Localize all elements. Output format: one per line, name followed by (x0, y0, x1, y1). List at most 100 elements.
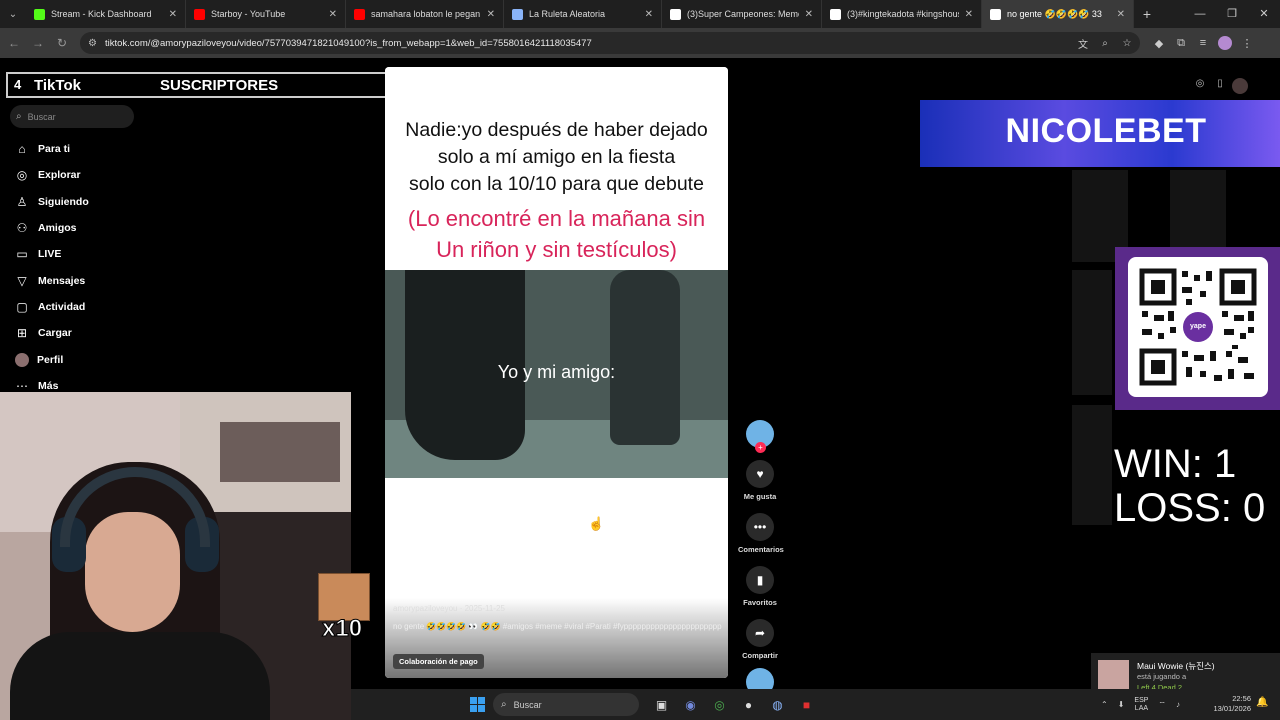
sidebar-item-explorar[interactable]: ◎ Explorar (12, 162, 89, 188)
maximize-button[interactable]: ❐ (1216, 0, 1248, 28)
tray-app-icon[interactable]: ⬇ (1118, 700, 1125, 709)
sidebar-item-mensajes[interactable]: ▽ Mensajes (12, 267, 89, 293)
follow-plus-icon[interactable]: + (755, 442, 766, 453)
steam-icon[interactable]: ◍ (763, 693, 792, 716)
close-window-button[interactable]: ✕ (1248, 0, 1280, 28)
video-caption-area: Nadie:yo después de haber dejado solo a … (385, 67, 728, 269)
browser-tab[interactable]: Starboy - YouTube ✕ (186, 0, 346, 28)
sidebar-item-label: LIVE (38, 248, 62, 261)
obs-icon[interactable]: ● (734, 693, 763, 716)
translate-icon[interactable]: 文 (1072, 36, 1094, 51)
tiktok-search-input[interactable]: ⌕ Buscar (10, 105, 134, 128)
discord-icon[interactable]: ◉ (676, 693, 705, 716)
action-label: Me gusta (743, 492, 777, 501)
language-code: ESP (1134, 696, 1149, 704)
loss-counter: LOSS: 0 (1114, 486, 1266, 530)
tab-close-icon[interactable]: ✕ (965, 9, 973, 20)
device-icon[interactable]: ▯ (1210, 78, 1230, 97)
chrome-icon[interactable]: ◎ (705, 693, 734, 716)
sidebar-item-amigos[interactable]: ⚇ Amigos (12, 215, 89, 241)
yape-logo: yape (1183, 312, 1213, 342)
caption-line: (Lo encontré en la mañana sin (407, 206, 706, 231)
browser-menu-icon[interactable]: ⋮ (1236, 37, 1258, 50)
win-loss-counter: WIN: 1 LOSS: 0 (1114, 442, 1265, 530)
puzzle-icon[interactable]: ⧉ (1170, 37, 1192, 50)
sidebar-item-label: Cargar (38, 327, 72, 340)
qr-code: yape (1128, 257, 1268, 397)
notification-bell-icon[interactable]: 🔔 (1256, 697, 1268, 708)
tiktok-sidebar-nav: ⌂ Para ti ◎ Explorar ♙ Siguiendo ⚇ Amigos ▭ LIVE ▽… (12, 136, 89, 399)
video-author[interactable]: amorypaziloveyou · 2025-11-25 (393, 604, 505, 613)
action-label: Comentarios (738, 545, 784, 554)
taskbar-search[interactable]: ⌕ Buscar (493, 693, 639, 716)
user-check-icon: ♙ (16, 194, 28, 209)
avatar-icon (15, 352, 29, 367)
profile-avatar[interactable] (1218, 36, 1232, 50)
tab-close-icon[interactable]: ✕ (645, 9, 653, 20)
tab-search-button[interactable]: ⌄ (0, 0, 26, 28)
site-info-icon[interactable]: ⚙ (88, 38, 97, 49)
bookmark-star-icon[interactable]: ☆ (1116, 38, 1138, 49)
sidebar-item-para-ti[interactable]: ⌂ Para ti (12, 136, 89, 162)
users-icon: ⚇ (16, 221, 28, 236)
search-icon: ⌕ (501, 699, 507, 710)
task-view-icon[interactable]: ▣ (647, 693, 676, 716)
coins-icon[interactable]: ◎ (1190, 78, 1210, 97)
friend-status: está jugando a (1137, 672, 1187, 681)
back-button[interactable]: ← (2, 36, 26, 50)
tab-close-icon[interactable]: ✕ (805, 9, 813, 20)
caption-line: solo con la 10/10 para que debute (409, 173, 704, 195)
sidebar-item-live[interactable]: ▭ LIVE (12, 241, 89, 267)
caption-black: Nadie:yo después de haber dejado solo a … (385, 117, 728, 198)
tiktok-logo[interactable]: TikTok (34, 77, 81, 94)
dota-icon[interactable]: ■ (792, 693, 821, 716)
tab-close-icon[interactable]: ✕ (1117, 9, 1125, 20)
tab-favicon-icon (830, 8, 841, 20)
tab-favicon-icon (670, 8, 681, 20)
sidebar-item-perfil[interactable]: Perfil (12, 346, 89, 372)
tab-title: (3)#kingtekadota #kingshouse (847, 9, 959, 19)
windows-start-icon[interactable] (470, 697, 485, 712)
media-control-icon[interactable]: ≡ (1192, 37, 1214, 49)
sidebar-item-label: Actividad (38, 300, 86, 313)
reload-button[interactable]: ↻ (50, 36, 74, 50)
share-button[interactable]: ➦ Compartir (738, 619, 782, 660)
wifi-icon[interactable]: ⌔ (1158, 700, 1166, 710)
tiktok-top-right-icons: ◎ ▯ (1190, 78, 1250, 97)
creator-avatar[interactable]: + (746, 420, 774, 453)
video-player[interactable]: Nadie:yo después de haber dejado solo a … (385, 67, 728, 678)
new-tab-button[interactable]: + (1134, 6, 1160, 22)
avatar[interactable] (1230, 78, 1250, 97)
tab-title: samahara lobaton le pegan - Y (371, 9, 481, 19)
volume-icon[interactable]: ♪ (1176, 700, 1180, 709)
clock[interactable]: 22:56 13/01/2026 (1199, 694, 1251, 714)
extension-icon[interactable]: ◆ (1148, 37, 1170, 50)
video-description: no gente 🤣🤣🤣🤣 👀 🤣🤣 #amigos #meme #viral … (393, 622, 722, 631)
tab-close-icon[interactable]: ✕ (329, 9, 337, 20)
language-indicator[interactable]: ESP LAA (1134, 697, 1148, 713)
bookmark-button[interactable]: ▮ Favoritos (738, 566, 782, 607)
browser-tab[interactable]: (3)Super Campeones: Memes y ✕ (662, 0, 822, 28)
sidebar-item-cargar[interactable]: ⊞ Cargar (12, 320, 89, 346)
tab-favicon-icon (990, 8, 1001, 20)
minimize-button[interactable]: — (1184, 0, 1216, 28)
browser-tab[interactable]: (3)#kingtekadota #kingshouse ✕ (822, 0, 982, 28)
sidebar-item-siguiendo[interactable]: ♙ Siguiendo (12, 189, 89, 215)
paid-partnership-badge[interactable]: Colaboración de pago (393, 654, 484, 669)
browser-tab[interactable]: samahara lobaton le pegan - Y ✕ (346, 0, 504, 28)
comment-button[interactable]: ••• Comentarios (738, 513, 784, 554)
browser-tab[interactable]: La Ruleta Aleatoria ✕ (504, 0, 662, 28)
forward-button[interactable]: → (26, 36, 50, 50)
browser-tab[interactable]: no gente 🤣🤣🤣🤣 33 ✕ (982, 0, 1134, 28)
tab-close-icon[interactable]: ✕ (487, 9, 495, 20)
tray-chevron-icon[interactable]: ⌃ (1101, 700, 1108, 709)
address-bar[interactable]: ⚙ tiktok.com/@amorypaziloveyou/video/757… (80, 32, 1140, 54)
tab-close-icon[interactable]: ✕ (169, 9, 177, 20)
sidebar-item-actividad[interactable]: ▢ Actividad (12, 294, 89, 320)
heart-button[interactable]: ♥ Me gusta (738, 460, 782, 501)
browser-tab[interactable]: Stream - Kick Dashboard ✕ (26, 0, 186, 28)
tab-favicon-icon (512, 8, 523, 20)
zoom-icon[interactable]: ⌕ (1094, 38, 1116, 49)
share-icon: ➦ (746, 619, 774, 647)
caption-line: Un riñon y sin testículos) (436, 237, 677, 262)
